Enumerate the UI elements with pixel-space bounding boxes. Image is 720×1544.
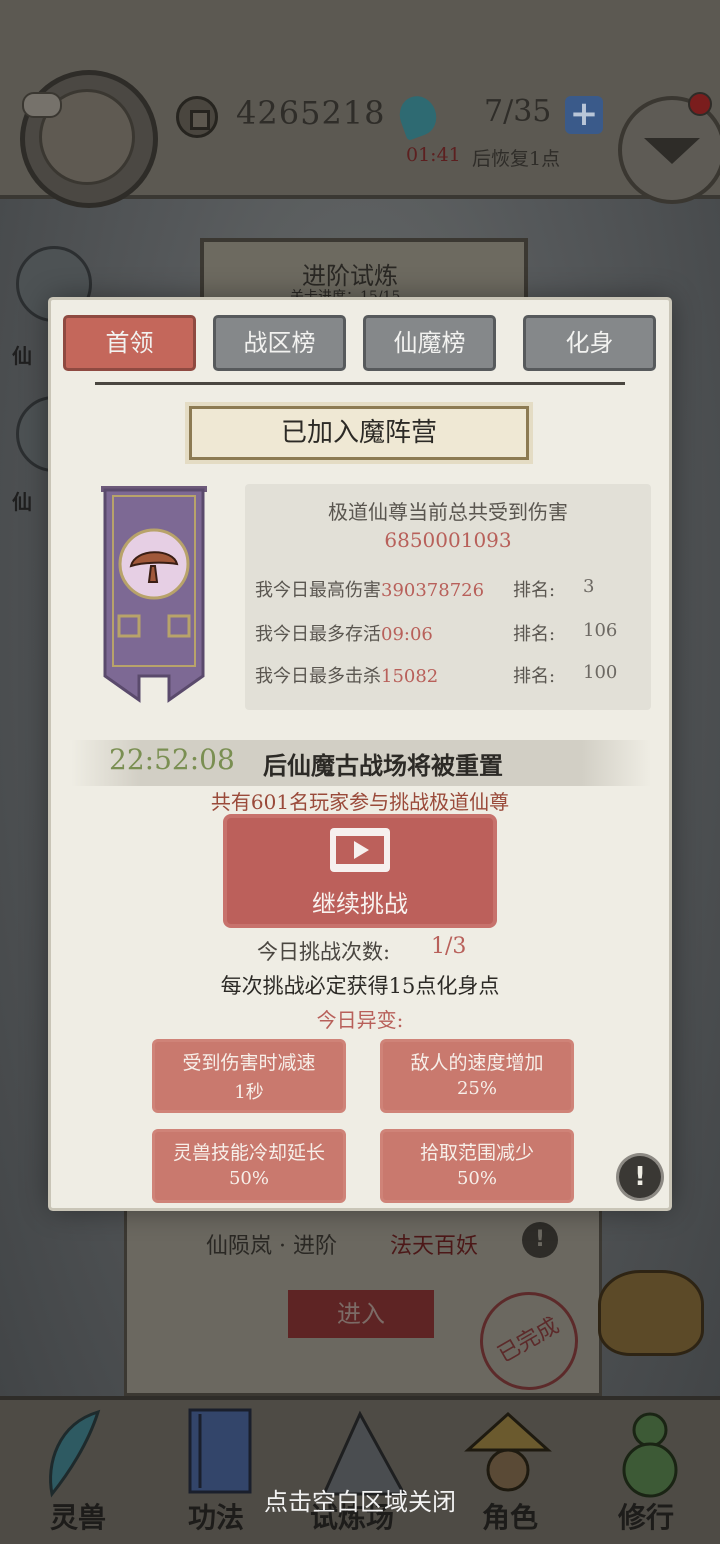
participant-count: 共有601名玩家参与挑战极道仙尊 <box>210 790 510 814</box>
stage-name: 仙陨岚 · 进阶 <box>206 1234 337 1259</box>
play-icon <box>354 841 369 859</box>
stats-title: 极道仙尊当前总共受到伤害 <box>328 500 568 524</box>
reward-note: 每次挑战必定获得15点化身点 <box>220 974 500 998</box>
avatar[interactable] <box>20 70 158 208</box>
rank-label: 排名: <box>513 666 556 687</box>
stage-info-icon[interactable]: ! <box>522 1222 558 1258</box>
tab-boss[interactable]: 首领 <box>63 315 196 371</box>
continue-challenge-button[interactable]: 继续挑战 <box>227 818 493 924</box>
energy-recover-text: 后恢复1点 <box>472 148 561 170</box>
rank-label: 排名: <box>513 580 556 601</box>
modifier-card: 拾取范围减少 50% <box>383 1132 571 1200</box>
faction-banner: 已加入魔阵营 <box>185 402 533 464</box>
add-energy-button[interactable]: + <box>565 96 603 134</box>
stat-row-kills: 我今日最多击杀15082 <box>255 662 438 688</box>
boss-popup: 首领 战区榜 仙魔榜 化身 已加入魔阵营 极道仙尊当前总共受到伤害 685000… <box>51 300 669 1208</box>
modifier-name: 拾取范围减少 <box>419 1142 534 1164</box>
energy-timer: 01:41 <box>406 144 461 166</box>
reset-countdown: 22:52:08 <box>109 743 235 776</box>
energy-count: 7/35 <box>484 94 552 129</box>
coin-icon <box>176 96 218 138</box>
modifier-value: 25% <box>456 1078 497 1099</box>
enter-button[interactable]: 进入 <box>288 1290 434 1338</box>
modifier-card: 灵兽技能冷却延长 50% <box>155 1132 343 1200</box>
stat-label: 我今日最高伤害 <box>255 580 381 601</box>
stat-value: 15082 <box>381 666 439 687</box>
rank-label: 排名: <box>513 624 556 645</box>
stat-row-survival: 我今日最多存活09:06 <box>255 620 433 646</box>
attempts-label: 今日挑战次数: <box>257 940 391 964</box>
rank-value: 3 <box>583 576 595 597</box>
total-damage: 6850001093 <box>384 528 512 552</box>
video-icon <box>330 828 390 872</box>
rank-value: 100 <box>583 662 618 683</box>
modifier-value: 50% <box>228 1168 269 1189</box>
tab-divider <box>95 382 625 385</box>
continue-challenge-label: 继续挑战 <box>312 890 408 918</box>
modifier-value: 50% <box>456 1168 497 1189</box>
modifier-value: 1秒 <box>234 1082 264 1103</box>
attempts-value: 1/3 <box>431 934 467 959</box>
mutation-title: 今日异变: <box>316 1008 404 1032</box>
info-icon[interactable]: ! <box>619 1156 661 1198</box>
stat-value: 09:06 <box>381 624 433 645</box>
cauldron-icon[interactable] <box>598 1270 704 1356</box>
reset-text: 后仙魔古战场将被重置 <box>263 751 503 780</box>
rank-value: 106 <box>583 620 618 641</box>
chevron-down-icon <box>644 138 700 164</box>
cloud-badge-icon <box>22 92 62 118</box>
stat-label: 我今日最多存活 <box>255 624 381 645</box>
modifier-name: 敌人的速度增加 <box>410 1052 544 1074</box>
stat-label: 我今日最多击杀 <box>255 666 381 687</box>
modifier-name: 受到伤害时减速 <box>182 1052 316 1074</box>
close-hint[interactable]: 点击空白区域关闭 <box>0 1482 720 1517</box>
side-event-label-2: 仙 <box>12 490 32 514</box>
stage-subtitle: 法天百妖 <box>390 1234 479 1259</box>
tab-zone-ranking[interactable]: 战区榜 <box>213 315 346 371</box>
stat-row-damage: 我今日最高伤害390378726 <box>255 576 484 602</box>
tab-immortal-demon-ranking[interactable]: 仙魔榜 <box>363 315 496 371</box>
side-event-label-1: 仙 <box>12 344 32 368</box>
notification-dot <box>688 92 712 116</box>
tab-avatar[interactable]: 化身 <box>523 315 656 371</box>
stats-panel: 极道仙尊当前总共受到伤害 6850001093 我今日最高伤害390378726… <box>245 484 651 710</box>
stat-value: 390378726 <box>381 580 485 601</box>
modifier-name: 灵兽技能冷却延长 <box>172 1142 325 1164</box>
faction-flag-icon <box>101 486 207 703</box>
modifier-card: 受到伤害时减速 1秒 <box>155 1042 343 1110</box>
coin-count: 4265218 <box>236 94 386 132</box>
modifier-card: 敌人的速度增加 25% <box>383 1042 571 1110</box>
